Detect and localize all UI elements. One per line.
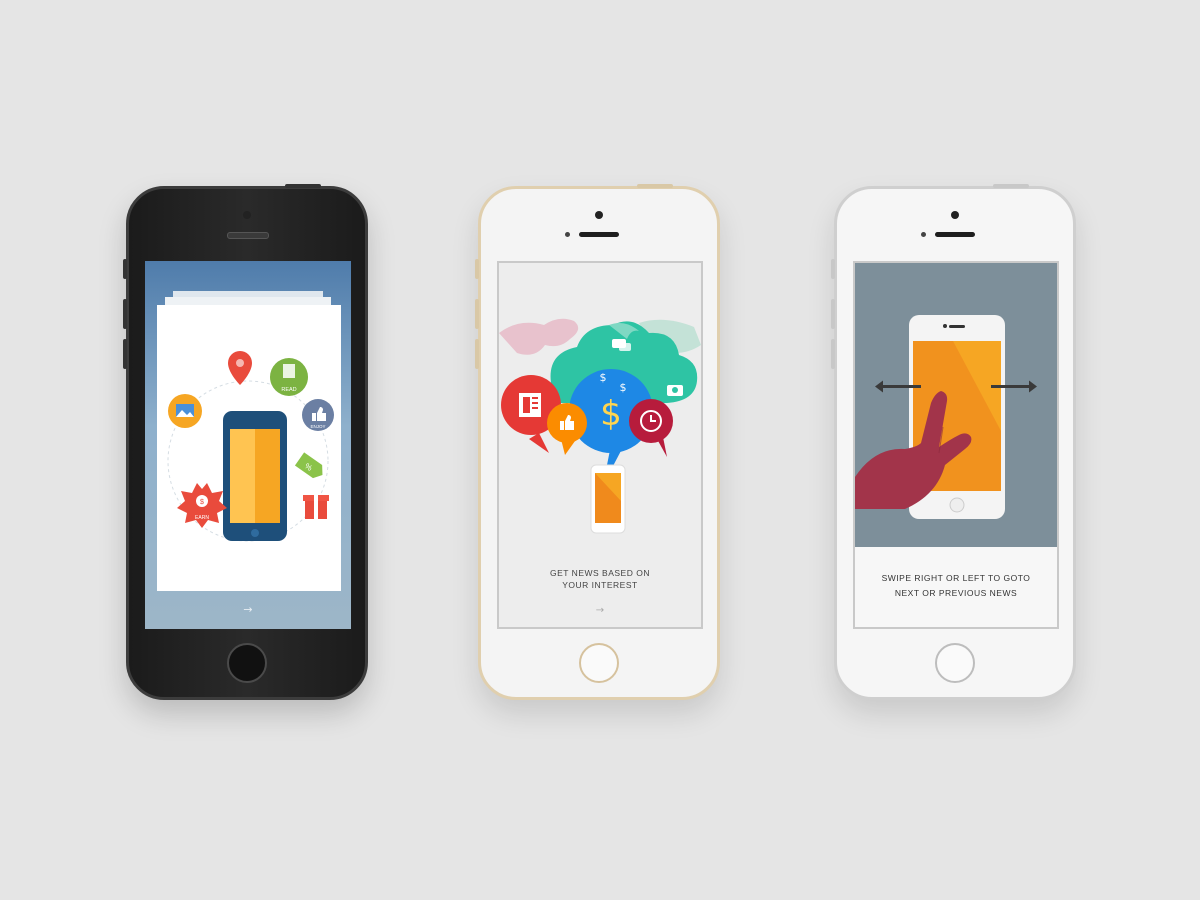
news-interest-illustration: $ $ $ GET NEWS BASED ON YOUR INTEREST → [499,318,701,616]
volume-up-button [475,299,479,329]
power-button [993,184,1029,188]
phone-gold: $ $ $ GET NEWS BASED ON YOUR INTEREST → [475,184,720,700]
front-camera [243,211,251,219]
screen-onboarding-3: SWIPE RIGHT OR LEFT TO GOTO NEXT OR PREV… [853,261,1059,629]
home-button [935,643,975,683]
power-button [285,184,321,188]
app-features-illustration: READ ENJOY % $ EARN → [157,291,341,616]
svg-text:$: $ [600,371,607,384]
caption-line-1: GET NEWS BASED ON [550,568,650,578]
screen-onboarding-1: READ ENJOY % $ EARN → [145,261,351,629]
next-arrow-icon: → [243,603,252,616]
earpiece [579,232,619,237]
home-button [579,643,619,683]
earpiece [935,232,975,237]
mute-switch [831,259,835,279]
next-arrow-icon: → [596,605,604,616]
proximity-sensor [921,232,926,237]
enjoy-badge-label: ENJOY [310,424,325,429]
power-button [637,184,673,188]
gift-icon [303,495,329,519]
earpiece [227,232,269,239]
volume-down-button [831,339,835,369]
mute-switch [123,259,127,279]
caption-line-2: NEXT OR PREVIOUS NEWS [895,588,1017,598]
proximity-sensor [565,232,570,237]
swipe-gesture-illustration: SWIPE RIGHT OR LEFT TO GOTO NEXT OR PREV… [855,263,1057,627]
read-badge-icon: READ [270,358,308,396]
screen-onboarding-2: $ $ $ GET NEWS BASED ON YOUR INTEREST → [497,261,703,629]
front-camera [951,211,959,219]
dollar-icon: $ [600,394,622,434]
onboarding-caption: GET NEWS BASED ON YOUR INTEREST [550,568,650,590]
caption-line-2: YOUR INTEREST [562,580,637,590]
like-badge-icon: ENJOY [302,399,334,431]
volume-up-button [831,299,835,329]
front-camera [595,211,603,219]
world-map-americas [499,318,579,355]
volume-down-button [123,339,127,369]
svg-text:$: $ [200,499,204,506]
phone-space-gray: READ ENJOY % $ EARN → [123,184,368,700]
photo-badge-icon [168,394,202,428]
camera-icon [667,385,683,396]
svg-text:$: $ [620,381,627,394]
read-badge-label: READ [281,387,296,393]
mute-switch [475,259,479,279]
volume-down-button [475,339,479,369]
caption-line-1: SWIPE RIGHT OR LEFT TO GOTO [882,573,1031,583]
phone-silver: SWIPE RIGHT OR LEFT TO GOTO NEXT OR PREV… [831,184,1076,700]
home-button [227,643,267,683]
earn-badge-label: EARN [195,515,209,521]
volume-up-button [123,299,127,329]
